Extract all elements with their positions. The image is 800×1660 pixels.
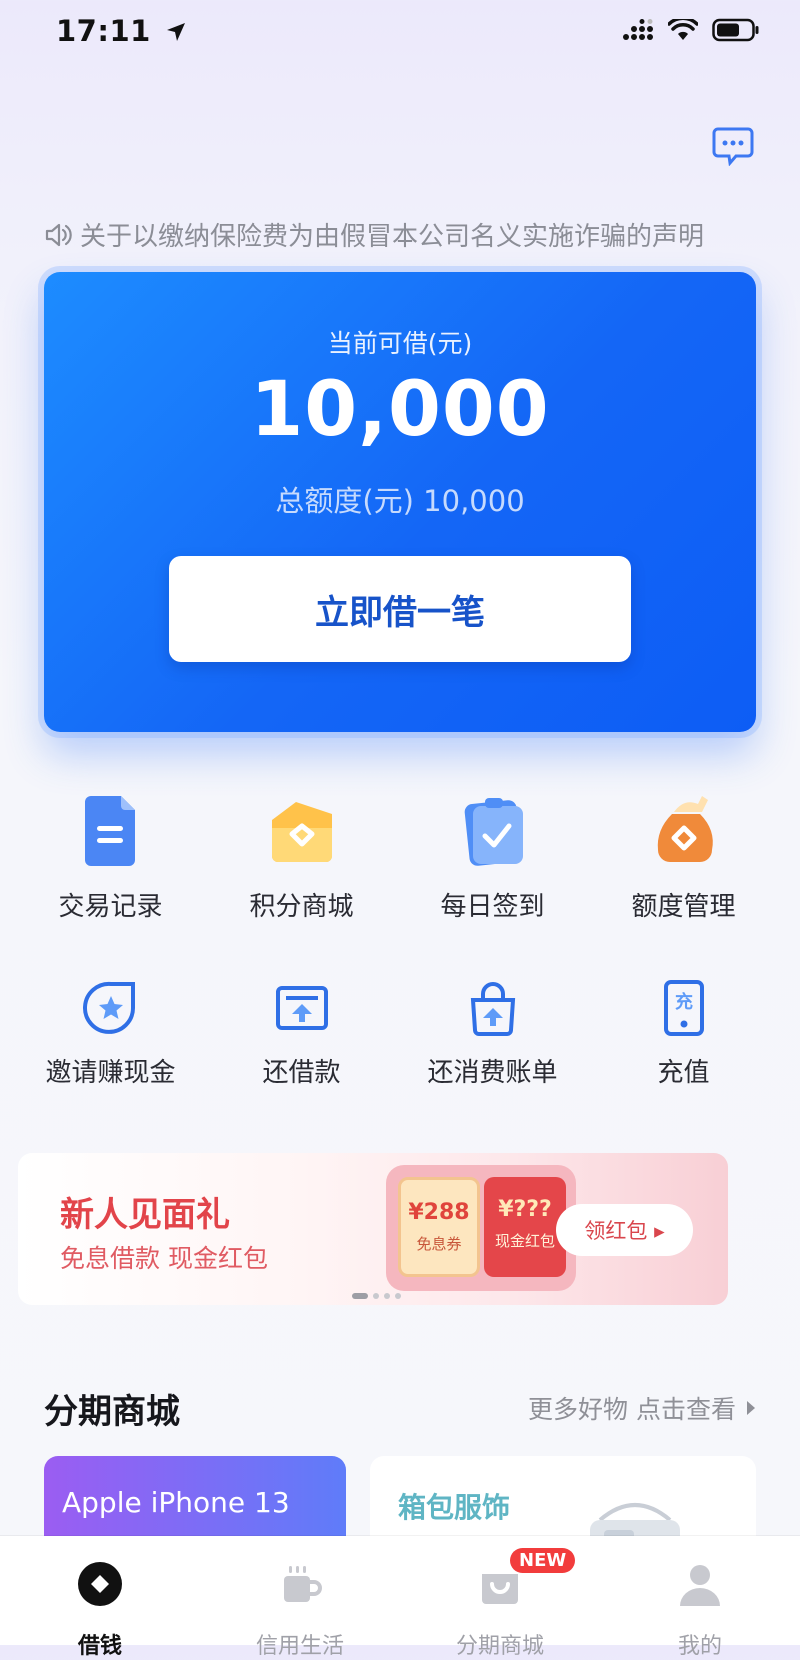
- location-arrow-icon: [167, 23, 186, 41]
- mall-more-text: 更多好物 点击查看: [528, 1395, 736, 1424]
- services: 邀请赚现金 还借款 还消费账单 充 充值: [0, 978, 800, 1089]
- bottom-tab-bar: 借钱 信用生活 NEW 分期商城 我的: [0, 1536, 800, 1659]
- message-button[interactable]: [712, 126, 754, 167]
- checkin-icon: [453, 790, 533, 870]
- borrow-now-button[interactable]: 立即借一笔: [169, 556, 631, 662]
- document-icon: [71, 790, 151, 870]
- quick-action-label: 每日签到: [440, 892, 545, 922]
- loan-card: 当前可借(元) 10,000 总额度(元) 10,000 立即借一笔: [44, 272, 756, 732]
- available-loan-label: 当前可借(元): [327, 329, 473, 358]
- mall-more-link[interactable]: 更多好物 点击查看: [528, 1390, 756, 1426]
- svg-text:充: 充: [675, 991, 693, 1013]
- battery-icon: [712, 18, 759, 42]
- coffee-cup-icon: [284, 1566, 322, 1602]
- coupon1-amount: ¥288: [408, 1200, 470, 1225]
- chat-bubble-icon: [712, 127, 754, 167]
- quick-action-label: 积分商城: [249, 892, 354, 922]
- tab-credit-life[interactable]: 信用生活: [200, 1536, 400, 1659]
- tab-installment-mall[interactable]: NEW 分期商城: [400, 1536, 600, 1659]
- quick-actions: 交易记录 积分商城 每日签到 额度管理: [0, 790, 800, 923]
- status-time-text: 17:11: [56, 14, 151, 48]
- status-indicators: [622, 18, 760, 42]
- tab-borrow[interactable]: 借钱: [0, 1536, 200, 1659]
- cellular-signal-icon: [623, 19, 653, 40]
- status-time: 17:11: [56, 14, 187, 48]
- newcomer-promo-banner[interactable]: 新人见面礼 免息借款 现金红包 ¥288 免息券 ¥??? 现金红包 领红包 ▸: [18, 1153, 728, 1305]
- quick-action-label: 交易记录: [58, 892, 163, 922]
- banner-pagination: [352, 1293, 401, 1299]
- coupon2-label: 现金红包: [494, 1232, 555, 1250]
- coupon2-amount: ¥???: [498, 1197, 552, 1222]
- tab-label: 信用生活: [255, 1634, 344, 1659]
- quick-action-label: 额度管理: [631, 892, 736, 922]
- quick-action-daily-checkin[interactable]: 每日签到: [397, 790, 588, 923]
- promo-subtitle: 免息借款 现金红包: [60, 1244, 268, 1273]
- service-repay-bill[interactable]: 还消费账单: [397, 978, 588, 1089]
- claim-red-packet-button[interactable]: 领红包 ▸: [556, 1204, 693, 1256]
- shopping-bag-icon: [463, 978, 523, 1038]
- new-badge: NEW: [510, 1548, 576, 1573]
- interest-free-coupon: ¥288 免息券: [398, 1177, 480, 1277]
- pagination-dot: [395, 1293, 401, 1299]
- available-loan-amount: 10,000: [250, 364, 550, 453]
- notice-bar[interactable]: 关于以缴纳保险费为由假冒本公司名义实施诈骗的声明: [44, 216, 704, 253]
- tab-mine[interactable]: 我的: [600, 1536, 800, 1659]
- service-label: 充值: [657, 1058, 710, 1088]
- invite-star-icon: [81, 978, 141, 1038]
- service-repay-loan[interactable]: 还借款: [206, 978, 397, 1089]
- credit-bag-icon: [644, 790, 724, 870]
- user-profile-icon: [680, 1565, 720, 1606]
- pagination-dot: [373, 1293, 379, 1299]
- service-label: 还借款: [262, 1058, 341, 1088]
- notice-text: 关于以缴纳保险费为由假冒本公司名义实施诈骗的声明: [80, 222, 705, 252]
- coupon1-label: 免息券: [416, 1235, 462, 1253]
- product-name: 箱包服饰: [398, 1491, 511, 1524]
- repay-card-icon: [272, 978, 332, 1038]
- wifi-icon: [668, 19, 698, 40]
- quick-action-transactions[interactable]: 交易记录: [15, 790, 206, 923]
- quick-action-credit-management[interactable]: 额度管理: [588, 790, 779, 923]
- borrow-tab-icon: [78, 1562, 122, 1606]
- tab-label: 借钱: [77, 1634, 122, 1659]
- recharge-icon: 充: [654, 978, 714, 1038]
- points-shop-icon: [262, 790, 342, 870]
- pagination-dot: [384, 1293, 390, 1299]
- mall-section-title: 分期商城: [44, 1392, 180, 1432]
- chevron-right-icon: [747, 1401, 755, 1415]
- promo-title: 新人见面礼: [60, 1195, 230, 1235]
- tab-label: 分期商城: [455, 1634, 544, 1659]
- total-credit-line: 总额度(元) 10,000: [275, 484, 525, 518]
- speaker-icon: [45, 223, 72, 246]
- service-invite[interactable]: 邀请赚现金: [15, 978, 206, 1089]
- service-recharge[interactable]: 充 充值: [588, 978, 779, 1089]
- cash-red-packet-coupon: ¥??? 现金红包: [484, 1177, 566, 1277]
- service-label: 邀请赚现金: [45, 1058, 176, 1088]
- service-label: 还消费账单: [427, 1058, 558, 1088]
- tab-label: 我的: [677, 1634, 722, 1659]
- quick-action-points-shop[interactable]: 积分商城: [206, 790, 397, 923]
- product-name: Apple iPhone 13: [62, 1486, 290, 1519]
- pagination-dot: [352, 1293, 368, 1299]
